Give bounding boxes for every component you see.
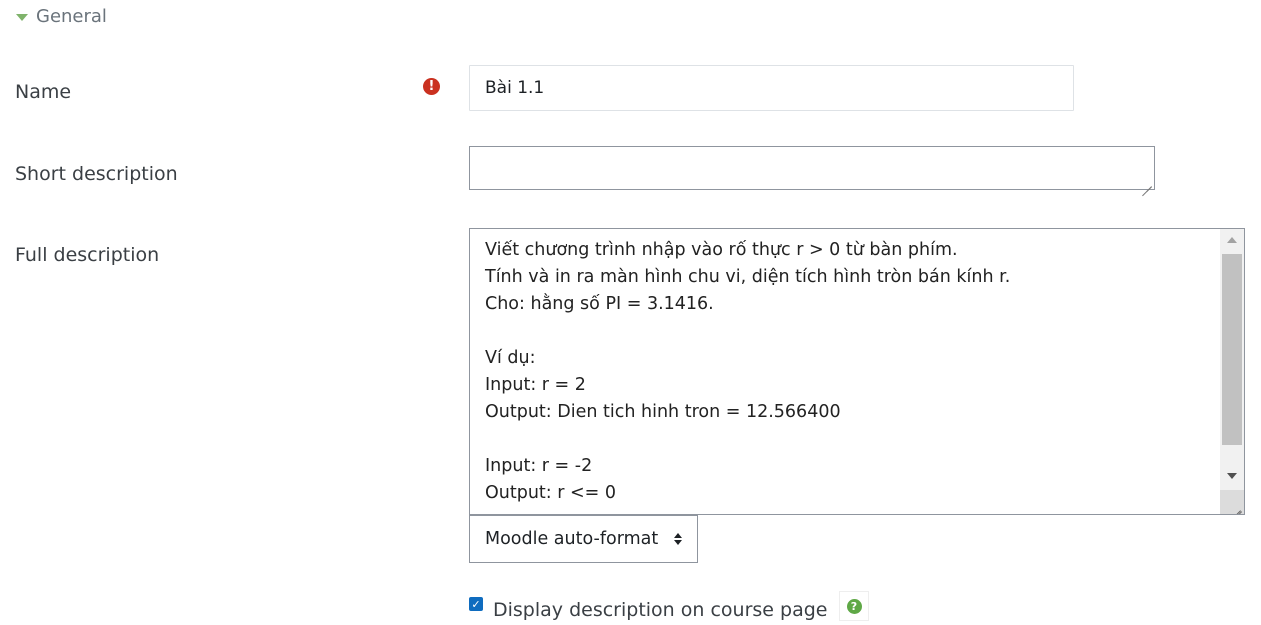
textarea-resize-grip[interactable] — [1220, 490, 1244, 514]
section-title[interactable]: General — [36, 6, 107, 27]
full-description-text[interactable]: Viết chương trình nhập vào rố thực r > 0… — [485, 237, 1215, 507]
vertical-scrollbar[interactable] — [1220, 229, 1244, 514]
full-description-label: Full description — [15, 244, 160, 266]
short-description-textarea[interactable] — [469, 146, 1155, 190]
select-arrows-icon — [674, 533, 682, 545]
full-description-textarea[interactable]: Viết chương trình nhập vào rố thực r > 0… — [469, 228, 1245, 515]
name-input[interactable]: Bài 1.1 — [469, 65, 1074, 111]
caret-down-icon[interactable] — [16, 14, 28, 21]
scrollbar-thumb[interactable] — [1222, 254, 1242, 445]
display-description-checkbox[interactable]: ✓ — [469, 597, 483, 611]
resize-grip-icon[interactable] — [1230, 500, 1242, 512]
short-description-label: Short description — [15, 163, 178, 185]
section-header-general[interactable]: General — [16, 6, 107, 27]
scroll-up-icon[interactable] — [1227, 237, 1237, 243]
display-description-label[interactable]: Display description on course page — [493, 599, 827, 621]
form-page: General Name ! Bài 1.1 Short description… — [0, 0, 1261, 625]
required-icon: ! — [423, 78, 440, 95]
resize-grip-icon[interactable] — [1140, 175, 1152, 187]
text-format-select[interactable]: Moodle auto-format — [469, 515, 698, 563]
question-circle-icon[interactable]: ? — [846, 598, 862, 614]
scroll-down-icon[interactable] — [1227, 473, 1237, 479]
text-format-selected: Moodle auto-format — [485, 529, 659, 549]
name-label: Name — [15, 81, 72, 103]
help-button[interactable]: ? — [839, 591, 869, 621]
